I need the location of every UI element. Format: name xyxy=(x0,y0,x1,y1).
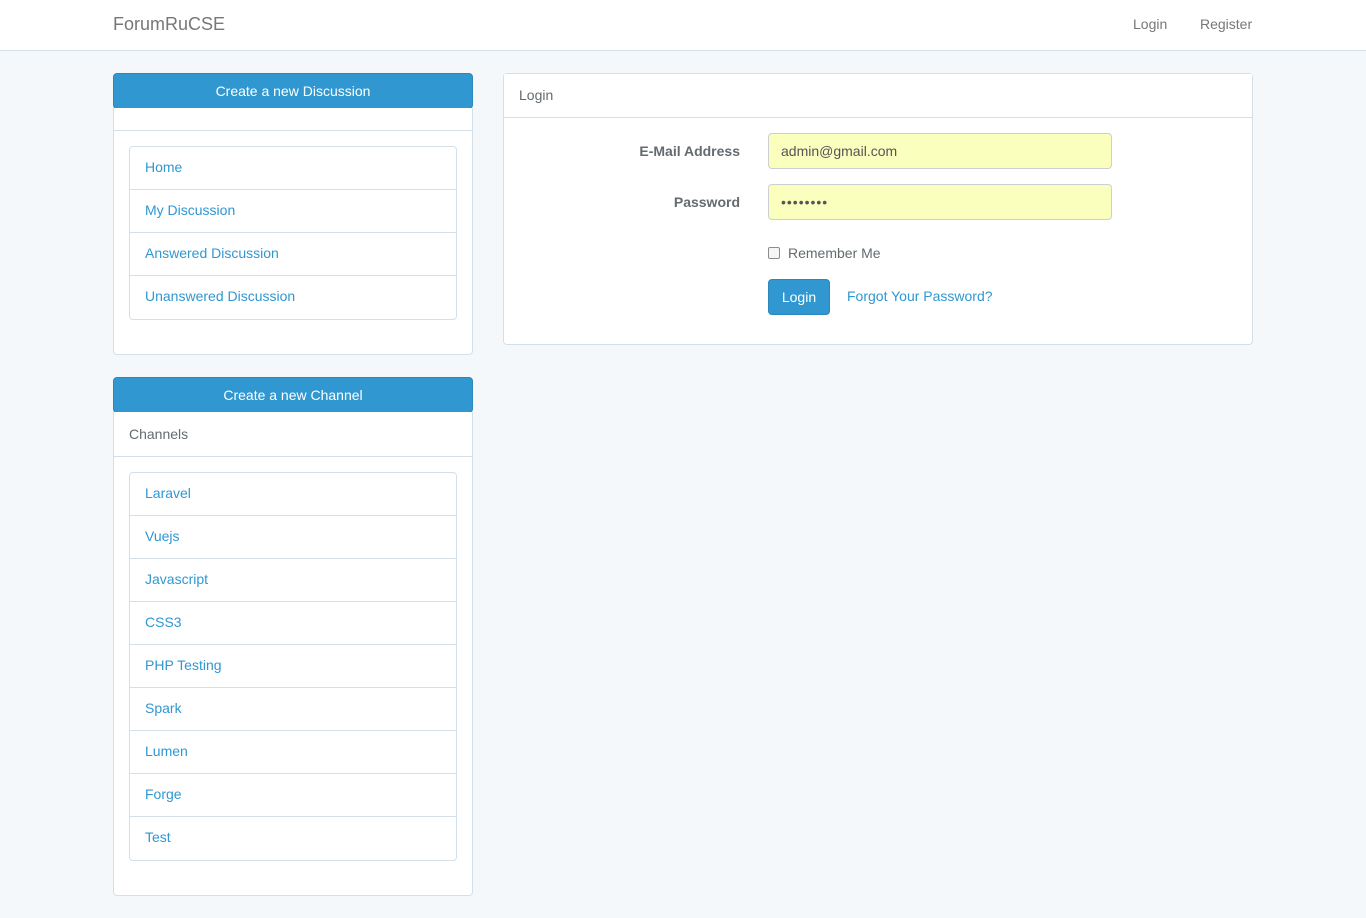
nav-unanswered-discussion-link[interactable]: Unanswered Discussion xyxy=(130,276,456,319)
channel-item-forge[interactable]: Forge xyxy=(130,774,456,817)
channels-list: Laravel Vuejs Javascript CSS3 PHP Testin… xyxy=(129,472,457,861)
channel-item-javascript[interactable]: Javascript xyxy=(130,559,456,602)
remember-me-row: Remember Me xyxy=(768,244,881,262)
password-label: Password xyxy=(673,194,740,210)
channel-item-laravel[interactable]: Laravel xyxy=(130,473,456,516)
remember-me-label[interactable]: Remember Me xyxy=(788,245,881,261)
login-panel-heading: Login xyxy=(504,74,1252,118)
nav-answered-discussion-link[interactable]: Answered Discussion xyxy=(130,233,456,276)
nav-login-link[interactable]: Login xyxy=(1133,16,1167,32)
channels-panel: Channels Laravel Vuejs Javascript CSS3 P… xyxy=(113,412,473,896)
login-panel: Login E-Mail Address Password Remember M… xyxy=(503,73,1253,345)
channel-item-vuejs[interactable]: Vuejs xyxy=(130,516,456,559)
email-field[interactable] xyxy=(768,133,1112,169)
remember-me-checkbox[interactable] xyxy=(768,247,780,259)
channel-item-lumen[interactable]: Lumen xyxy=(130,731,456,774)
navbar: ForumRuCSE Login Register xyxy=(0,0,1366,51)
nav-register-link[interactable]: Register xyxy=(1200,16,1252,32)
channel-item-spark[interactable]: Spark xyxy=(130,688,456,731)
channel-item-php-testing[interactable]: PHP Testing xyxy=(130,645,456,688)
forgot-password-link[interactable]: Forgot Your Password? xyxy=(847,288,993,304)
discussion-nav-list: Home My Discussion Answered Discussion U… xyxy=(129,146,457,320)
brand-link[interactable]: ForumRuCSE xyxy=(113,14,225,35)
channels-heading: Channels xyxy=(114,412,472,457)
discussion-panel-heading xyxy=(114,108,472,131)
create-discussion-button[interactable]: Create a new Discussion xyxy=(113,73,473,109)
channel-item-css3[interactable]: CSS3 xyxy=(130,602,456,645)
email-label: E-Mail Address xyxy=(639,143,740,159)
nav-home-link[interactable]: Home xyxy=(130,147,456,190)
nav-my-discussion-link[interactable]: My Discussion xyxy=(130,190,456,233)
create-channel-button[interactable]: Create a new Channel xyxy=(113,377,473,413)
channel-item-test[interactable]: Test xyxy=(130,817,456,860)
login-button[interactable]: Login xyxy=(768,279,830,315)
password-field[interactable] xyxy=(768,184,1112,220)
discussion-nav-panel: Home My Discussion Answered Discussion U… xyxy=(113,108,473,355)
